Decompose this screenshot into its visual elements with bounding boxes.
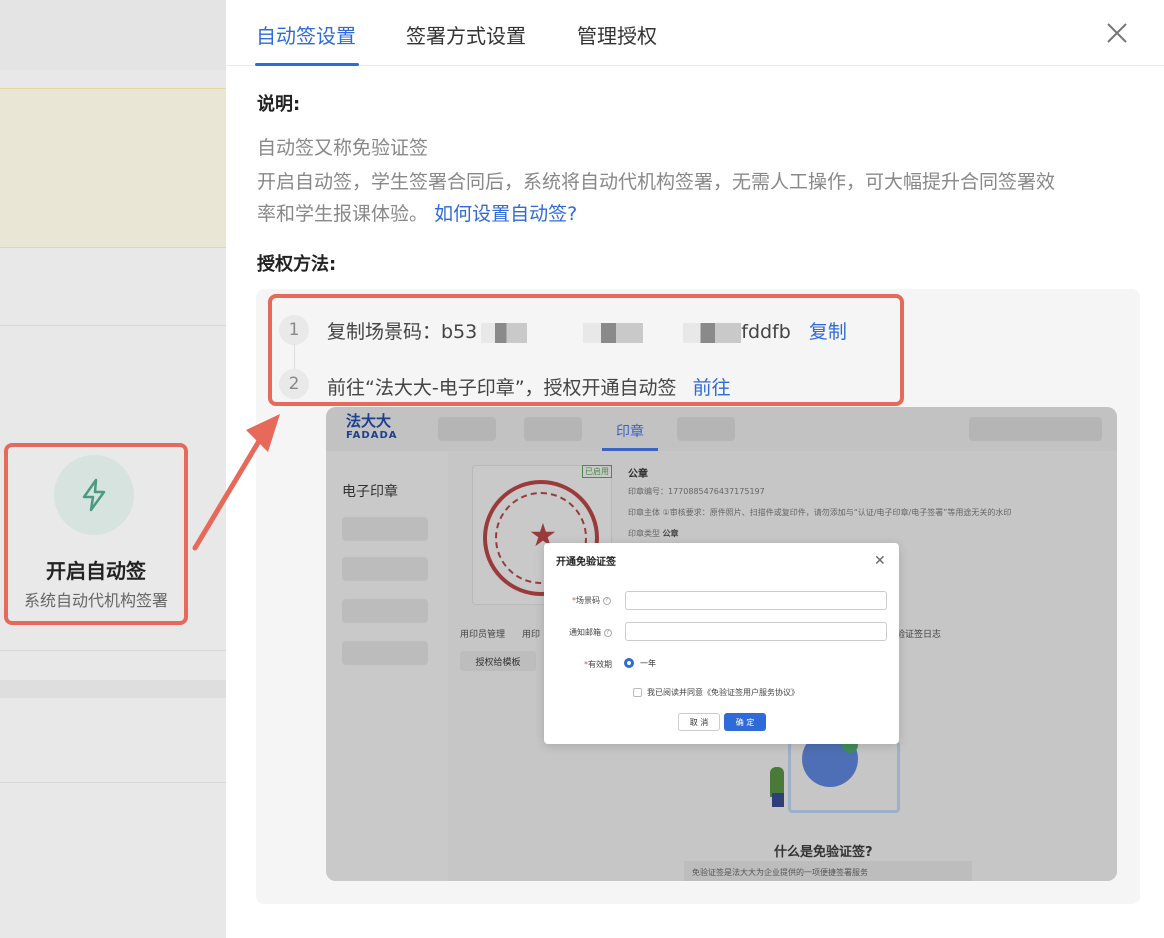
seal-number-label: 印章编号：	[628, 487, 668, 496]
tab-auto-sign-settings[interactable]: 自动签设置	[256, 20, 356, 49]
description-line: 自动签又称免验证签	[257, 137, 429, 159]
seal-type: 公章	[662, 529, 679, 538]
status-badge: 已启用	[582, 465, 612, 478]
description-line: 开启自动签，学生签署合同后，系统将自动代机构签署，无需人工操作，可大幅提升合同签…	[257, 171, 1056, 193]
auto-sign-feature-card[interactable]: 开启自动签 系统自动代机构签署	[4, 443, 188, 625]
seal-subject-row: 印章主体 ①审核要求：原件照片、扫描件或复印件，请勿添加与“认证/电子印章/电子…	[628, 507, 1011, 518]
dialog-title: 开通免验证签	[556, 557, 616, 568]
confirm-button: 确 定	[724, 713, 766, 731]
seal-subject-label: 印章主体	[628, 508, 660, 517]
description-line: 率和学生报课体验。 如何设置自动签?	[257, 199, 577, 226]
how-to-setup-link[interactable]: 如何设置自动签?	[434, 203, 577, 225]
blurred-nav-item	[677, 417, 735, 441]
email-input	[625, 622, 887, 641]
background-notice-block	[0, 88, 226, 248]
blurred-nav-item	[524, 417, 582, 441]
seal-number: 1770885476437175197	[668, 487, 765, 496]
tab-manage-authorization[interactable]: 管理授权	[577, 20, 657, 49]
pot-icon	[772, 793, 784, 807]
scene-code-label-text: 场景码	[576, 596, 600, 605]
subtab: 用印	[522, 630, 541, 640]
blurred-sidebar-item	[342, 641, 428, 665]
what-is-description: 免验证签是法大大为企业提供的一项便捷签署服务	[684, 861, 972, 881]
close-icon: ✕	[874, 553, 886, 569]
background-header	[0, 0, 226, 70]
seal-number-row: 印章编号：1770885476437175197	[628, 486, 765, 497]
help-icon: ?	[602, 596, 611, 605]
divider	[0, 782, 226, 783]
what-is-title: 什么是免验证签?	[774, 845, 873, 860]
tab-bar: 自动签设置 签署方式设置 管理授权	[226, 0, 1164, 66]
highlight-box	[268, 294, 904, 406]
blurred-nav-item	[969, 417, 1102, 441]
authorize-template-button: 授权给模板	[460, 651, 536, 671]
seal-type-label: 印章类型	[628, 529, 660, 538]
scene-code-input	[625, 591, 887, 610]
divider	[0, 650, 226, 651]
agree-text: 我已阅读并同意《免验证签用户服务协议》	[647, 688, 799, 697]
subtab: 用印员管理	[460, 630, 506, 640]
blurred-nav-item	[438, 417, 496, 441]
validity-option: 一年	[640, 659, 656, 668]
seal-subject: ①审核要求：原件照片、扫描件或复印件，请勿添加与“认证/电子印章/电子签署”等用…	[662, 508, 1012, 517]
validity-label-text: 有效期	[588, 660, 612, 669]
blurred-sidebar-item	[342, 557, 428, 581]
email-label: 通知邮箱 ?	[569, 627, 612, 638]
sidebar-title: 电子印章	[342, 484, 398, 500]
blurred-sidebar-item	[342, 517, 428, 541]
description-heading: 说明:	[257, 94, 301, 115]
cancel-button: 取 消	[678, 713, 720, 731]
seal-tab: 印章	[616, 424, 644, 440]
divider	[0, 325, 226, 326]
description-text: 率和学生报课体验。	[257, 203, 429, 225]
email-label-text: 通知邮箱	[569, 628, 601, 637]
enable-dialog: 开通免验证签 ✕ *场景码 ? 通知邮箱 ? *有效期 一年 我已阅读并同意《免…	[544, 543, 899, 744]
method-heading: 授权方法:	[257, 254, 337, 275]
blurred-sidebar-item	[342, 599, 428, 623]
lightning-icon	[54, 455, 134, 535]
scene-code-label: *场景码 ?	[572, 595, 611, 606]
subtab: 验证签日志	[896, 630, 942, 640]
seal-name: 公章	[628, 469, 648, 480]
validity-label: *有效期	[584, 660, 612, 669]
fadada-logo: 法大大	[346, 412, 392, 430]
agree-checkbox	[633, 688, 642, 697]
validity-radio	[624, 658, 634, 668]
card-title: 开启自动签	[46, 559, 146, 583]
seal-type-row: 印章类型 公章	[628, 528, 679, 539]
card-subtitle: 系统自动代机构签署	[23, 591, 168, 610]
fadada-logo-sub: FADADA	[346, 430, 398, 441]
close-icon[interactable]	[1102, 18, 1132, 48]
screenshot-sidebar: 电子印章	[326, 451, 448, 881]
active-tab-indicator	[255, 63, 359, 66]
screenshot-header: 法大大 FADADA 印章	[326, 407, 1117, 451]
divider	[0, 680, 226, 698]
help-icon: ?	[603, 628, 612, 637]
tab-sign-method-settings[interactable]: 签署方式设置	[406, 20, 526, 49]
